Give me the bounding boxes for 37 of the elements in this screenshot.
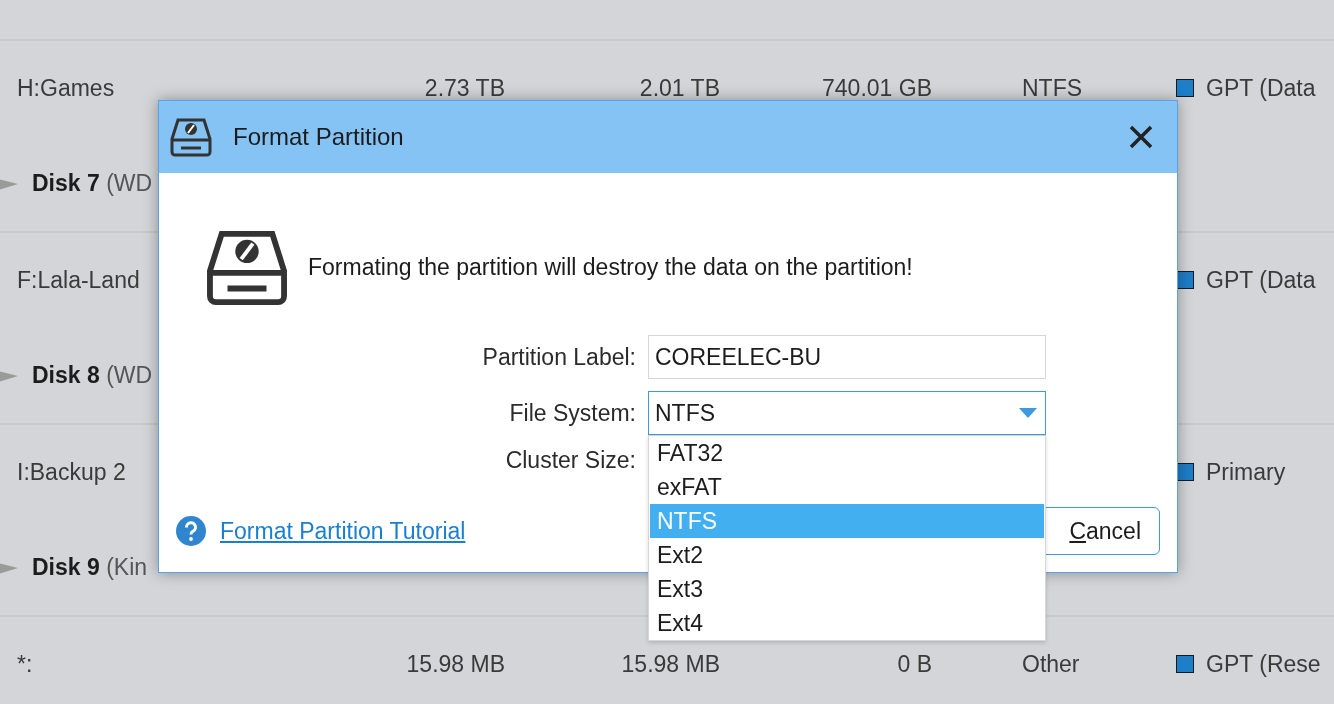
disk-name: Disk 9 — [32, 553, 100, 580]
partition-name: H:Games — [16, 74, 115, 102]
disk-model: (WD — [106, 361, 153, 388]
tutorial-link[interactable]: Format Partition Tutorial — [220, 517, 466, 545]
caret-icon — [1019, 408, 1037, 418]
disk-name: Disk 7 — [32, 169, 100, 196]
warning-text: Formating the partition will destroy the data on the partition! — [308, 253, 913, 281]
partition-type: GPT (Data — [1205, 74, 1316, 102]
partition-name: F:Lala-Land — [16, 266, 140, 294]
help-icon[interactable] — [176, 516, 206, 546]
total-size: 2.73 TB — [424, 74, 505, 102]
dialog-title: Format Partition — [233, 123, 405, 151]
field-label: Cluster Size: — [505, 447, 636, 474]
file-system: Other — [1021, 650, 1080, 678]
partition-type: Primary — [1205, 458, 1286, 486]
partition-color-icon — [1176, 79, 1194, 97]
partition-type: GPT (Data — [1205, 266, 1316, 294]
drive-icon — [204, 228, 290, 306]
unused-size: 740.01 GB — [822, 74, 932, 102]
partition-name: I:Backup 2 — [16, 458, 126, 486]
total-size: 15.98 MB — [406, 650, 505, 678]
partition-color-icon — [1176, 655, 1194, 673]
partition-type: GPT (Rese — [1205, 650, 1321, 678]
partition-name: *: — [16, 650, 33, 678]
drive-icon — [169, 117, 213, 157]
file-system-dropdown[interactable]: NTFS — [648, 391, 1046, 435]
unused-size: 0 B — [897, 650, 932, 678]
field-label: File System: — [509, 399, 636, 427]
close-icon — [1129, 125, 1153, 149]
partition-label-field[interactable]: COREELEC-BU — [648, 335, 1046, 379]
disk-model: (WD — [106, 169, 153, 196]
disk-name: Disk 8 — [32, 361, 100, 388]
used-size: 2.01 TB — [639, 74, 720, 102]
disk-model: (Kin — [106, 553, 148, 580]
used-size: 15.98 MB — [621, 650, 720, 678]
field-label: Partition Label: — [482, 343, 636, 371]
file-system: NTFS — [1021, 74, 1083, 102]
